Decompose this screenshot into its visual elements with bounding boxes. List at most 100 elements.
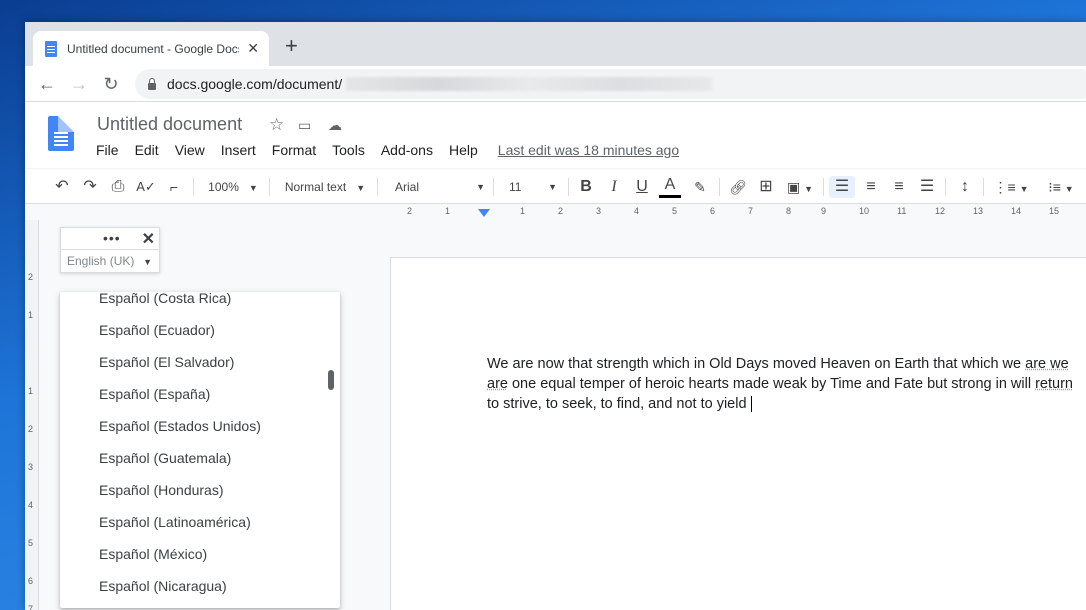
style-select[interactable]: Normal text ▼ <box>277 176 373 198</box>
cloud-status-icon[interactable]: ☁ <box>328 117 342 134</box>
ruler-tick: 2 <box>28 272 34 282</box>
language-option[interactable]: Español (Estados Unidos) <box>60 410 340 442</box>
line-spacing-icon[interactable]: ↕ <box>953 176 977 198</box>
language-select[interactable]: English (UK) ▼ <box>61 249 160 273</box>
close-icon[interactable]: ✕ <box>142 229 155 249</box>
toolbar-divider <box>493 178 494 196</box>
insert-link-icon[interactable]: 🔗︎ <box>727 176 749 198</box>
dropdown-scrollbar[interactable] <box>328 370 334 390</box>
language-option[interactable]: Español (Ecuador) <box>60 314 340 346</box>
font-size-value: 11 <box>509 180 522 194</box>
more-options-icon[interactable]: ••• <box>103 230 121 246</box>
ruler-tick: 9 <box>821 206 827 216</box>
ruler-tick: 10 <box>859 206 870 216</box>
toolbar-divider <box>719 178 720 196</box>
ruler-tick: 11 <box>897 206 907 216</box>
language-option[interactable]: Español (Honduras) <box>60 474 340 506</box>
align-center-icon[interactable]: ≡ <box>859 176 883 198</box>
bold-icon[interactable]: B <box>575 176 597 198</box>
ruler-tick: 4 <box>28 500 34 510</box>
language-dropdown: Español (Costa Rica) Español (Ecuador) E… <box>60 292 340 608</box>
font-size-select[interactable]: 11 ▼ <box>501 176 561 198</box>
ruler-tick: 4 <box>634 206 640 216</box>
font-size-caret-icon: ▼ <box>548 182 557 192</box>
spellcheck-icon[interactable]: A✓ <box>135 176 157 198</box>
reload-icon[interactable]: ↻ <box>99 72 123 96</box>
document-page[interactable]: We are now that strength which in Old Da… <box>390 257 1086 610</box>
ruler-tick: 15 <box>1049 206 1060 216</box>
insert-image-icon[interactable]: ▣ ▼ <box>783 176 817 198</box>
language-widget: ••• ✕ English (UK) ▼ <box>60 227 160 273</box>
ruler-tick: 7 <box>748 206 754 216</box>
font-select[interactable]: Arial ▼ <box>387 176 487 198</box>
paint-format-icon[interactable]: ⌐ <box>163 176 185 198</box>
vertical-ruler[interactable]: 2 1 1 2 3 4 5 6 7 <box>25 220 39 610</box>
print-icon[interactable]: ⎙ <box>107 176 129 198</box>
docs-logo-icon[interactable] <box>48 116 74 151</box>
style-value: Normal text <box>284 180 347 194</box>
back-arrow-icon[interactable]: ← <box>35 72 59 96</box>
star-icon[interactable]: ☆ <box>269 115 284 135</box>
chevron-down-icon: ▼ <box>143 257 152 267</box>
docs-header: Untitled document ☆ ▭ ☁ File Edit View I… <box>25 102 1086 168</box>
bulleted-list-icon[interactable]: ⁝≡ ▼ <box>1039 176 1083 198</box>
toolbar-divider <box>945 178 946 196</box>
document-body[interactable]: We are now that strength which in Old Da… <box>487 354 1085 414</box>
underline-icon[interactable]: U <box>631 176 653 198</box>
ruler-tick: 7 <box>28 604 34 610</box>
menu-tools[interactable]: Tools <box>332 142 365 158</box>
language-option[interactable]: Español (España) <box>60 378 340 410</box>
undo-icon[interactable]: ↶ <box>51 176 73 198</box>
spelling-suggestion[interactable]: return <box>1035 376 1073 392</box>
text-cursor <box>750 396 752 413</box>
text-color-icon[interactable]: A <box>659 176 681 198</box>
ruler-tick: 1 <box>28 386 34 396</box>
ruler-tick: 8 <box>786 206 792 216</box>
ruler-tick: 5 <box>672 206 678 216</box>
indent-marker-icon[interactable] <box>478 209 490 217</box>
ruler-tick: 6 <box>28 576 34 586</box>
menu-bar: File Edit View Insert Format Tools Add-o… <box>96 142 679 158</box>
numbered-list-icon[interactable]: ⋮≡ ▼ <box>991 176 1031 198</box>
language-option[interactable]: Español (El Salvador) <box>60 346 340 378</box>
menu-file[interactable]: File <box>96 142 119 158</box>
body-text: one equal temper of heroic hearts made w… <box>507 376 1036 392</box>
ruler-tick: 2 <box>28 424 34 434</box>
menu-addons[interactable]: Add-ons <box>381 142 433 158</box>
ruler-tick: 6 <box>710 206 716 216</box>
editing-toolbar: ↶ ↷ ⎙ A✓ ⌐ 100% ▼ Normal text ▼ Arial ▼ 1… <box>25 168 1086 204</box>
language-option[interactable]: Español (México) <box>60 538 340 570</box>
align-left-icon[interactable]: ☰ <box>829 176 855 198</box>
move-folder-icon[interactable]: ▭ <box>298 117 311 134</box>
menu-format[interactable]: Format <box>272 142 316 158</box>
last-edit-link[interactable]: Last edit was 18 minutes ago <box>498 142 679 158</box>
numbered-list-caret-icon: ▼ <box>1019 184 1029 194</box>
zoom-select[interactable]: 100% ▼ <box>201 176 265 198</box>
italic-icon[interactable]: I <box>603 176 625 198</box>
tab-google-docs[interactable]: Untitled document - Google Docs ✕ <box>33 31 269 66</box>
add-comment-icon[interactable]: ⊞ <box>755 176 777 198</box>
address-bar[interactable]: docs.google.com/document/ <box>135 69 1086 99</box>
forward-arrow-icon[interactable]: → <box>67 72 91 96</box>
menu-view[interactable]: View <box>175 142 205 158</box>
tab-close-icon[interactable]: ✕ <box>245 40 261 57</box>
highlight-icon[interactable]: ✎ <box>689 176 711 198</box>
document-title[interactable]: Untitled document <box>97 114 242 135</box>
language-options-list: Español (Costa Rica) Español (Ecuador) E… <box>60 292 340 602</box>
new-tab-button[interactable]: + <box>285 35 298 57</box>
document-workarea: 2 1 1 2 3 4 5 6 7 8 9 10 11 12 13 14 15 … <box>25 204 1086 610</box>
language-option[interactable]: Español (Costa Rica) <box>60 292 340 314</box>
ruler-tick: 5 <box>28 538 34 548</box>
redo-icon[interactable]: ↷ <box>79 176 101 198</box>
horizontal-ruler[interactable]: 2 1 1 2 3 4 5 6 7 8 9 10 11 12 13 14 15 <box>390 206 1086 220</box>
align-right-icon[interactable]: ≡ <box>887 176 911 198</box>
language-selected-value: English (UK) <box>67 254 135 268</box>
ruler-tick: 1 <box>445 206 451 216</box>
menu-edit[interactable]: Edit <box>135 142 159 158</box>
language-option[interactable]: Español (Latinoamérica) <box>60 506 340 538</box>
menu-insert[interactable]: Insert <box>221 142 256 158</box>
language-option[interactable]: Español (Nicaragua) <box>60 570 340 602</box>
menu-help[interactable]: Help <box>449 142 478 158</box>
justify-icon[interactable]: ☰ <box>915 176 939 198</box>
language-option[interactable]: Español (Guatemala) <box>60 442 340 474</box>
